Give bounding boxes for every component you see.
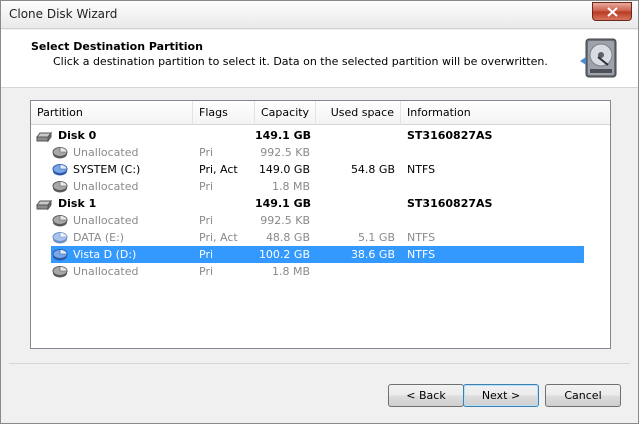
partition-flags: [199, 195, 255, 212]
partition-flags: Pri: [199, 180, 214, 193]
hard-disk-icon: [580, 38, 617, 78]
wizard-header: Select Destination Partition Click a des…: [1, 30, 638, 88]
close-button[interactable]: [592, 2, 632, 21]
partition-flags: Pri: [199, 214, 214, 227]
partition-flags: Pri: [199, 146, 214, 159]
page-title: Select Destination Partition: [31, 40, 203, 53]
partition-flags: Pri, Act: [199, 231, 238, 244]
window-title: Clone Disk Wizard: [9, 7, 118, 21]
partition-information: [407, 178, 607, 195]
column-used-space[interactable]: Used space: [316, 101, 401, 125]
partition-capacity: 1.8 MB: [271, 265, 310, 278]
partition-capacity: 149.0 GB: [258, 163, 310, 176]
partition-pie-icon: [52, 164, 68, 176]
clone-disk-wizard-window: Clone Disk Wizard Select Destination Par…: [0, 0, 639, 424]
partition-capacity: 1.8 MB: [271, 180, 310, 193]
unallocated-space-icon: [52, 181, 68, 193]
partition-information: [407, 144, 607, 161]
partition-name: Unallocated: [73, 265, 139, 278]
partition-pie-icon: [52, 249, 68, 261]
title-bar[interactable]: Clone Disk Wizard: [1, 1, 638, 29]
partition-name: SYSTEM (C:): [73, 163, 141, 176]
partition-row[interactable]: SYSTEM (C:) Pri, Act 149.0 GB 54.8 GB NTFS: [31, 161, 610, 178]
partition-used-space: [316, 263, 395, 280]
partition-name: Unallocated: [73, 214, 139, 227]
close-icon: [606, 6, 618, 17]
column-partition[interactable]: Partition: [31, 101, 193, 125]
partition-capacity: 992.5 KB: [260, 146, 310, 159]
column-capacity[interactable]: Capacity: [255, 101, 316, 125]
disk-row[interactable]: Disk 1 149.1 GB ST3160827AS: [31, 195, 610, 212]
partition-information: NTFS: [407, 248, 436, 261]
partition-information: [407, 212, 607, 229]
unallocated-space-icon: [52, 147, 68, 159]
partition-used-space: [316, 212, 395, 229]
partition-capacity: 149.1 GB: [255, 129, 312, 142]
partition-information: [407, 263, 607, 280]
partition-name: Disk 0: [58, 129, 97, 142]
partition-used-space: [316, 178, 395, 195]
partition-used-space: 38.6 GB: [350, 248, 395, 261]
partition-flags: Pri, Act: [199, 163, 238, 176]
column-information[interactable]: Information: [401, 101, 610, 125]
partition-capacity: 100.2 GB: [258, 248, 310, 261]
partition-flags: [199, 127, 255, 144]
cancel-button[interactable]: Cancel: [545, 384, 621, 407]
disk-drive-icon: [36, 131, 52, 143]
column-flags[interactable]: Flags: [193, 101, 255, 125]
partition-used-space: 5.1 GB: [357, 231, 395, 244]
column-header: Partition Flags Capacity Used space Info…: [31, 101, 610, 125]
partition-capacity: 992.5 KB: [260, 214, 310, 227]
partition-row[interactable]: DATA (E:) Pri, Act 48.8 GB 5.1 GB NTFS: [31, 229, 610, 246]
back-button[interactable]: < Back: [388, 384, 464, 407]
partition-row[interactable]: Unallocated Pri 992.5 KB: [31, 144, 610, 161]
partition-information: ST3160827AS: [407, 197, 493, 210]
page-subtitle: Click a destination partition to select …: [53, 55, 548, 68]
disk-row[interactable]: Disk 0 149.1 GB ST3160827AS: [31, 127, 610, 144]
partition-name: Disk 1: [58, 197, 97, 210]
partition-row[interactable]: Unallocated Pri 1.8 MB: [31, 263, 610, 280]
partition-used-space: [316, 195, 395, 212]
partition-row[interactable]: Vista D (D:) Pri 100.2 GB 38.6 GB NTFS: [31, 246, 610, 263]
disk-drive-icon: [36, 199, 52, 211]
partition-information: NTFS: [407, 231, 436, 244]
partition-name: Vista D (D:): [73, 248, 137, 261]
partition-row[interactable]: Unallocated Pri 1.8 MB: [31, 178, 610, 195]
unallocated-space-icon: [52, 266, 68, 278]
partition-name: DATA (E:): [73, 231, 125, 244]
partition-capacity: 149.1 GB: [255, 197, 312, 210]
next-button[interactable]: Next >: [463, 384, 539, 407]
partition-used-space: [316, 144, 395, 161]
partition-information: NTFS: [407, 163, 436, 176]
partition-flags: Pri: [199, 265, 214, 278]
partition-list[interactable]: Partition Flags Capacity Used space Info…: [30, 100, 611, 349]
partition-pie-icon: [52, 232, 68, 244]
partition-used-space: 54.8 GB: [350, 163, 395, 176]
partition-flags: Pri: [199, 248, 214, 261]
unallocated-space-icon: [52, 215, 68, 227]
button-divider: [9, 363, 630, 364]
partition-used-space: [316, 127, 395, 144]
partition-row[interactable]: Unallocated Pri 992.5 KB: [31, 212, 610, 229]
partition-information: ST3160827AS: [407, 129, 493, 142]
partition-capacity: 48.8 GB: [265, 231, 310, 244]
partition-name: Unallocated: [73, 180, 139, 193]
partition-name: Unallocated: [73, 146, 139, 159]
